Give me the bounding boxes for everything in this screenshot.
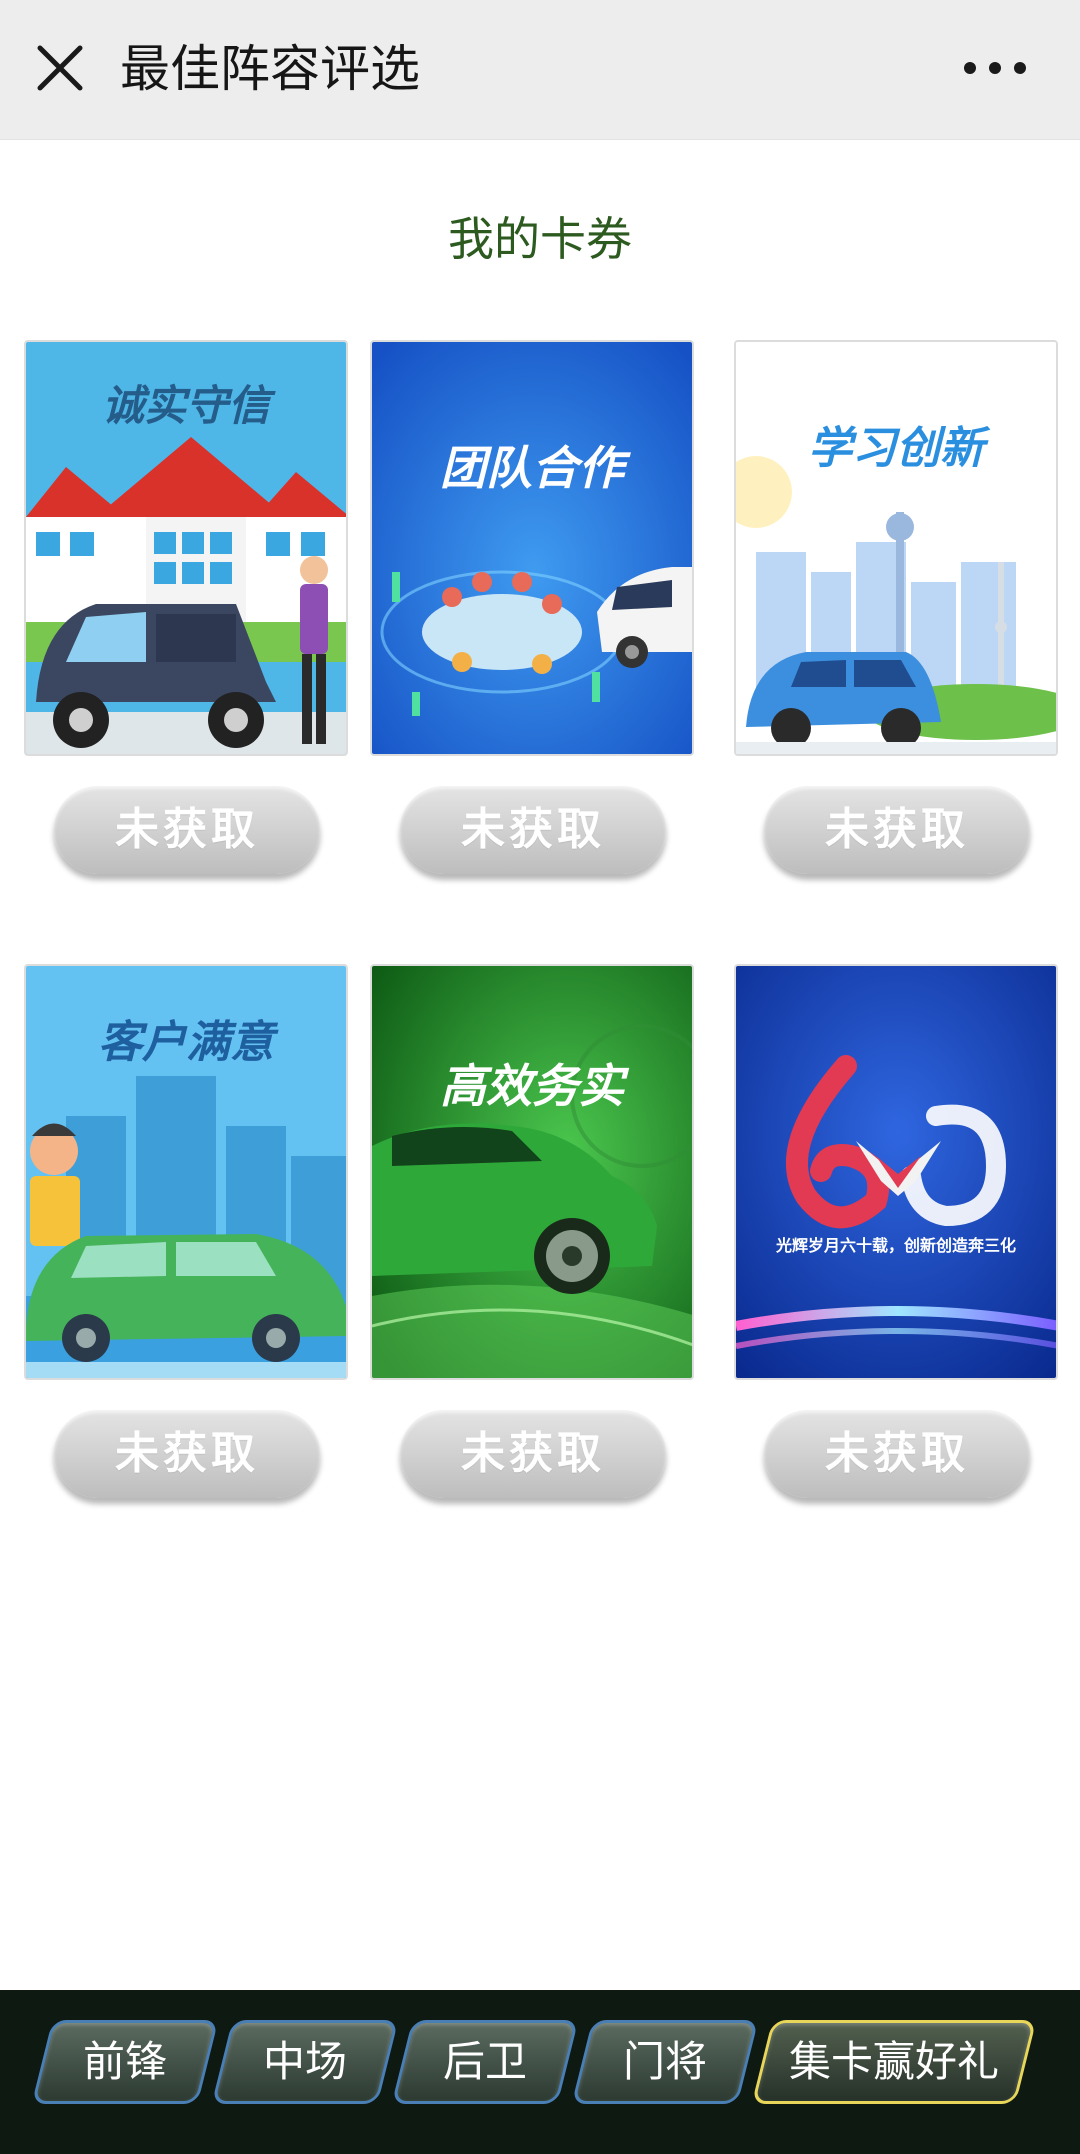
nav-tab-label: 集卡赢好礼 (788, 2037, 999, 2086)
close-icon (37, 45, 83, 91)
card-caption: 光辉岁月六十载，创新创造奔三化 (775, 1236, 1016, 1255)
card-status-button[interactable]: 未获取 (54, 786, 320, 874)
card-innovation-illustration (736, 342, 1056, 754)
card-status-button[interactable]: 未获取 (764, 1410, 1030, 1498)
card-status-button[interactable]: 未获取 (400, 786, 666, 874)
card-status-button[interactable]: 未获取 (400, 1410, 666, 1498)
close-button[interactable] (28, 36, 92, 100)
card-innovation[interactable]: 学习创新 (734, 340, 1058, 756)
card-efficiency[interactable]: 高效务实 (370, 964, 694, 1380)
more-dots-icon (964, 62, 1026, 74)
bottom-nav: 前锋 中场 后卫 门将 集卡赢好礼 (0, 1990, 1080, 2154)
card-status-button[interactable]: 未获取 (54, 1410, 320, 1498)
nav-tab-defender[interactable]: 后卫 (391, 2020, 579, 2104)
card-honesty[interactable]: 诚实守信 (24, 340, 348, 756)
nav-tab-label: 后卫 (442, 2037, 527, 2086)
card-efficiency-illustration (372, 966, 692, 1378)
more-button[interactable] (958, 40, 1032, 96)
card-caption: 客户满意 (98, 1017, 274, 1068)
card-teamwork[interactable]: 团队合作 (370, 340, 694, 756)
card-caption: 团队合作 (440, 441, 624, 495)
top-bar: 最佳阵容评选 (0, 0, 1080, 140)
page-title: 最佳阵容评选 (120, 40, 420, 98)
card-caption: 学习创新 (808, 423, 984, 474)
nav-tab-goalkeeper[interactable]: 门将 (571, 2020, 759, 2104)
card-caption: 诚实守信 (101, 381, 270, 430)
nav-tab-label: 前锋 (82, 2037, 167, 2086)
card-status-button[interactable]: 未获取 (764, 786, 1030, 874)
nav-tab-forward[interactable]: 前锋 (31, 2020, 219, 2104)
card-anniversary[interactable]: 光辉岁月六十载，创新创造奔三化 (734, 964, 1058, 1380)
nav-tab-label: 中场 (262, 2037, 347, 2086)
card-caption: 高效务实 (440, 1059, 624, 1113)
section-title: 我的卡券 (448, 212, 632, 266)
nav-tab-label: 门将 (622, 2037, 707, 2086)
card-anniversary-illustration (736, 966, 1056, 1378)
nav-tab-midfield[interactable]: 中场 (211, 2020, 399, 2104)
card-customer-satisfaction[interactable]: 客户满意 (24, 964, 348, 1380)
nav-tab-collect-cards[interactable]: 集卡赢好礼 (751, 2020, 1037, 2104)
card-teamwork-illustration (372, 342, 692, 754)
